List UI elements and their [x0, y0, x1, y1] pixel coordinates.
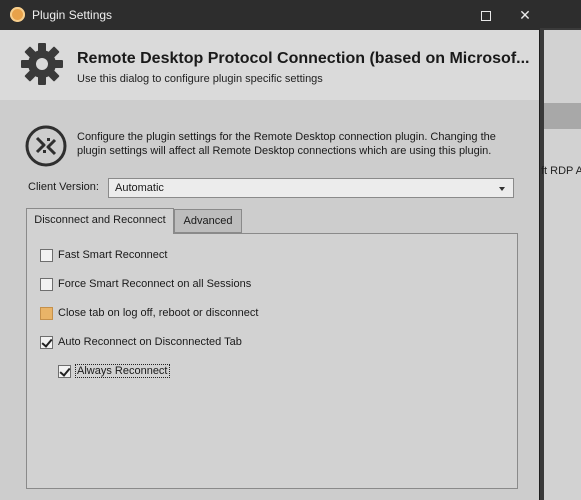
background-toolbar — [544, 103, 581, 129]
close-icon: ✕ — [519, 7, 531, 23]
window-title: Plugin Settings — [32, 8, 113, 22]
background-window: ft RDP A — [540, 0, 581, 500]
dialog-header: Remote Desktop Protocol Connection (base… — [0, 30, 539, 100]
client-version-select[interactable]: Automatic — [108, 178, 514, 198]
background-text: ft RDP A — [541, 165, 581, 177]
plugin-description: Configure the plugin settings for the Re… — [77, 131, 496, 157]
header-title: Remote Desktop Protocol Connection (base… — [77, 50, 530, 67]
rdp-icon — [25, 125, 67, 167]
tab-panel: Fast Smart Reconnect Force Smart Reconne… — [26, 233, 518, 489]
auto-reconnect-label: Auto Reconnect on Disconnected Tab — [58, 336, 242, 348]
auto-reconnect-checkbox[interactable] — [40, 336, 53, 349]
client-version-label: Client Version: — [28, 181, 99, 193]
fast-smart-reconnect-checkbox[interactable] — [40, 249, 53, 262]
background-titlebar — [540, 0, 581, 28]
plugin-settings-dialog: Plugin Settings ✕ Remote Desktop Protoco… — [0, 0, 540, 500]
close-tab-checkbox[interactable] — [40, 307, 53, 320]
client-version-value: Automatic — [115, 182, 164, 194]
checkmark-icon — [41, 336, 53, 348]
checkmark-icon — [59, 365, 71, 377]
maximize-icon — [481, 11, 491, 22]
maximize-button[interactable] — [473, 3, 499, 27]
tab-advanced[interactable]: Advanced — [174, 209, 242, 233]
gear-icon — [21, 43, 63, 85]
always-reconnect-checkbox[interactable] — [58, 365, 71, 378]
always-reconnect-label: Always Reconnect — [75, 364, 170, 378]
tab-disconnect-and-reconnect[interactable]: Disconnect and Reconnect — [26, 208, 174, 234]
app-icon — [10, 7, 25, 22]
chevron-down-icon — [499, 187, 505, 191]
background-panel — [544, 30, 581, 500]
force-smart-reconnect-checkbox[interactable] — [40, 278, 53, 291]
title-bar[interactable]: Plugin Settings ✕ — [0, 0, 540, 30]
force-smart-reconnect-label: Force Smart Reconnect on all Sessions — [58, 278, 252, 290]
close-button[interactable]: ✕ — [512, 3, 538, 27]
header-subtitle: Use this dialog to configure plugin spec… — [77, 73, 323, 85]
close-tab-label: Close tab on log off, reboot or disconne… — [58, 307, 259, 319]
fast-smart-reconnect-label: Fast Smart Reconnect — [58, 249, 168, 261]
